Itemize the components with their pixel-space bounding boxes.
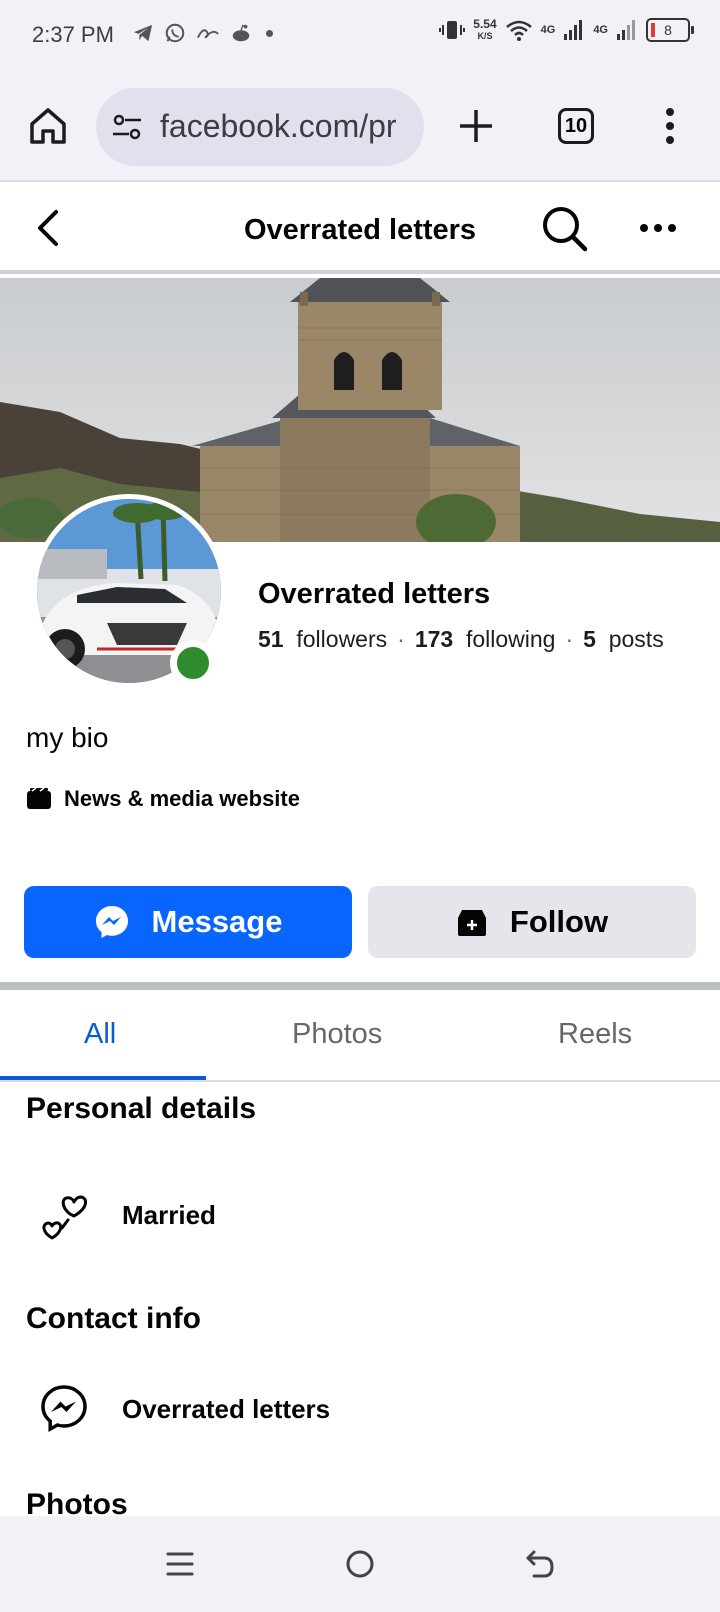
- signal-icon: [564, 20, 583, 40]
- wifi-icon: [505, 20, 532, 41]
- tab-photos[interactable]: Photos: [292, 1018, 382, 1051]
- message-button[interactable]: Message: [24, 886, 352, 958]
- message-button-label: Message: [151, 904, 283, 939]
- follow-button-label: Follow: [509, 904, 609, 939]
- follow-icon: [457, 910, 486, 936]
- network-type-1: 4G: [540, 24, 556, 36]
- recent-apps-icon[interactable]: [162, 1546, 198, 1582]
- net-speed-unit: K/S: [477, 31, 493, 41]
- profile-category: News & media website: [26, 786, 300, 812]
- online-status-indicator: [170, 640, 216, 686]
- follow-button[interactable]: Follow: [368, 886, 696, 958]
- system-navigation-bar: [0, 1516, 720, 1612]
- profile-stats: 51 followers · 173 following · 5 posts: [258, 626, 664, 653]
- messenger-contact-row[interactable]: Overrated letters: [40, 1384, 330, 1432]
- stats-separator: ·: [565, 626, 574, 652]
- battery-icon: 8: [646, 18, 694, 42]
- tab-switcher-button[interactable]: 10: [558, 108, 594, 144]
- category-label: News & media website: [64, 786, 300, 811]
- browser-menu-icon[interactable]: [660, 106, 680, 146]
- home-nav-icon[interactable]: [342, 1546, 378, 1582]
- followers-stat[interactable]: 51 followers: [258, 626, 387, 653]
- posts-count: 5: [583, 626, 596, 652]
- profile-bio: my bio: [26, 722, 109, 753]
- address-bar[interactable]: facebook.com/pr: [96, 88, 424, 166]
- whatsapp-icon: [165, 23, 185, 43]
- site-settings-icon[interactable]: [112, 114, 142, 140]
- home-icon[interactable]: [28, 106, 68, 146]
- following-label: following: [465, 626, 556, 652]
- battery-level: 8: [664, 22, 672, 38]
- stats-separator: ·: [397, 626, 405, 652]
- more-notifications-dot: [266, 29, 273, 37]
- active-tab-indicator: [0, 1076, 206, 1080]
- net-speed-value: 5.54: [473, 17, 497, 31]
- messenger-icon: [41, 1385, 87, 1432]
- status-time: 2:37 PM: [32, 22, 114, 47]
- hearts-icon: [42, 1195, 88, 1240]
- page-header: Overrated letters: [0, 184, 720, 274]
- system-icons: 5.54 K/S 4G 4G 8: [439, 18, 694, 42]
- section-divider: [0, 982, 720, 990]
- followers-count: 51: [258, 626, 284, 652]
- vibrate-icon: [439, 21, 466, 39]
- messenger-icon: [95, 906, 128, 938]
- url-text[interactable]: facebook.com/pr: [160, 108, 397, 145]
- tab-all[interactable]: All: [84, 1018, 116, 1051]
- posts-stat: 5 posts: [583, 626, 664, 653]
- profile-name: Overrated letters: [258, 578, 491, 610]
- contact-info-title: Contact info: [26, 1302, 201, 1335]
- more-options-icon[interactable]: [638, 218, 678, 238]
- telegram-icon: [133, 24, 153, 42]
- following-stat[interactable]: 173 following: [415, 626, 556, 653]
- back-nav-icon[interactable]: [522, 1546, 558, 1582]
- followers-label: followers: [296, 626, 388, 652]
- media-category-icon: [27, 788, 51, 809]
- notification-icons: [132, 22, 273, 44]
- relationship-row: Married: [40, 1194, 216, 1240]
- browser-toolbar: facebook.com/pr 10: [0, 72, 720, 182]
- signature-icon: [197, 29, 219, 39]
- signal-icon-2: [617, 20, 635, 40]
- tab-reels[interactable]: Reels: [558, 1018, 632, 1051]
- posts-label: posts: [608, 626, 664, 652]
- search-icon[interactable]: [540, 204, 590, 254]
- messenger-contact-label[interactable]: Overrated letters: [122, 1394, 330, 1425]
- profile-tabs: All Photos Reels: [0, 990, 720, 1082]
- reddit-icon: [232, 24, 250, 42]
- new-tab-icon[interactable]: [456, 106, 496, 146]
- relationship-label: Married: [122, 1200, 216, 1230]
- personal-details-title: Personal details: [26, 1092, 257, 1125]
- status-bar: 2:37 PM 5.54 K/S 4G 4G 8: [0, 0, 720, 72]
- net-speed: 5.54 K/S: [473, 18, 496, 42]
- following-count: 173: [414, 626, 454, 652]
- network-type-2: 4G: [593, 24, 608, 36]
- page-title: Overrated letters: [243, 214, 477, 246]
